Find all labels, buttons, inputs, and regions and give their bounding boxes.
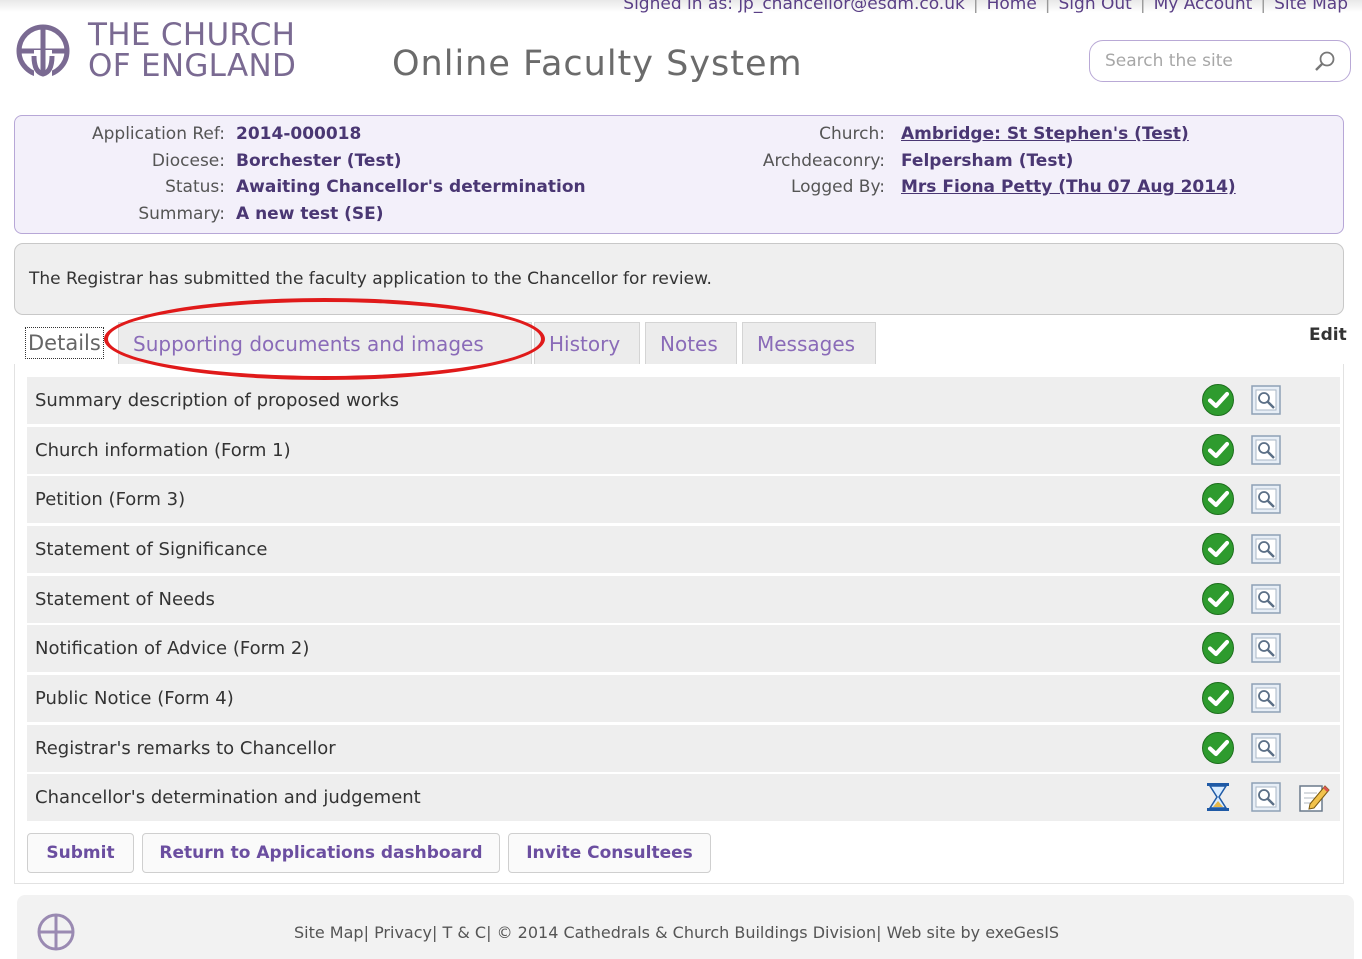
view-icon[interactable] xyxy=(1249,433,1283,467)
check-icon xyxy=(1201,433,1235,467)
top-navigation: Signed in as: jp_chancellor@esdm.co.uk | H… xyxy=(623,0,1348,14)
nav-separator: | xyxy=(1260,0,1267,14)
status-message: The Registrar has submitted the faculty … xyxy=(29,269,712,289)
footer-copyright: © 2014 Cathedrals & Church Buildings Div… xyxy=(496,923,877,942)
section-label: Church information (Form 1) xyxy=(35,440,291,461)
footer-links: Site Map| Privacy| T & C| © 2014 Cathedr… xyxy=(294,923,1060,942)
nav-my-account-link[interactable]: My Account xyxy=(1154,0,1253,14)
view-icon[interactable] xyxy=(1249,532,1283,566)
cross-logo-icon[interactable] xyxy=(12,24,74,78)
ref-value: 2014-000018 xyxy=(236,124,362,144)
brand-line-1: THE CHURCH xyxy=(88,17,296,53)
check-icon xyxy=(1201,383,1235,417)
tab-history[interactable]: History xyxy=(534,322,640,364)
section-row[interactable]: Notification of Advice (Form 2) xyxy=(27,625,1340,672)
diocese-value: Borchester (Test) xyxy=(236,151,402,171)
check-icon xyxy=(1201,731,1235,765)
nav-site-map-link[interactable]: Site Map xyxy=(1274,0,1348,14)
tab-details[interactable]: Details xyxy=(25,327,104,359)
return-dashboard-button[interactable]: Return to Applications dashboard xyxy=(142,833,500,873)
check-icon xyxy=(1201,582,1235,616)
section-label: Statement of Significance xyxy=(35,539,268,560)
brand-line-2: OF ENGLAND xyxy=(88,48,297,84)
footer-credit-link[interactable]: Web site by exeGesIS xyxy=(887,923,1060,942)
section-row[interactable]: Statement of Significance xyxy=(27,526,1340,573)
application-info-panel: Application Ref: 2014-000018 Diocese: Bo… xyxy=(14,115,1344,234)
footer-site-map-link[interactable]: Site Map xyxy=(294,923,364,942)
footer: Site Map| Privacy| T & C| © 2014 Cathedr… xyxy=(17,895,1354,959)
section-label: Summary description of proposed works xyxy=(35,390,399,411)
tab-notes[interactable]: Notes xyxy=(645,322,737,364)
section-row[interactable]: Public Notice (Form 4) xyxy=(27,675,1340,722)
summary-value: A new test (SE) xyxy=(236,204,384,224)
search-box xyxy=(1089,40,1351,82)
invite-consultees-button[interactable]: Invite Consultees xyxy=(508,833,711,873)
section-row[interactable]: Petition (Form 3) xyxy=(27,476,1340,523)
check-icon xyxy=(1201,532,1235,566)
footer-privacy-link[interactable]: Privacy xyxy=(374,923,432,942)
status-value: Awaiting Chancellor's determination xyxy=(236,177,586,197)
archdeaconry-value: Felpersham (Test) xyxy=(901,151,1074,171)
archdeaconry-label: Archdeaconry: xyxy=(762,151,885,171)
section-label: Public Notice (Form 4) xyxy=(35,688,234,709)
view-icon[interactable] xyxy=(1249,383,1283,417)
nav-home-link[interactable]: Home xyxy=(987,0,1037,14)
section-label: Statement of Needs xyxy=(35,589,215,610)
nav-separator: | xyxy=(972,0,979,14)
check-icon xyxy=(1201,631,1235,665)
view-icon[interactable] xyxy=(1249,780,1283,814)
nav-separator: | xyxy=(1139,0,1146,14)
logged-by-link[interactable]: Mrs Fiona Petty (Thu 07 Aug 2014) xyxy=(901,177,1236,197)
section-row[interactable]: Church information (Form 1) xyxy=(27,427,1340,474)
search-input[interactable] xyxy=(1105,51,1305,71)
nav-sign-out-link[interactable]: Sign Out xyxy=(1059,0,1132,14)
footer-cross-logo-icon xyxy=(37,913,75,951)
signed-in-text: Signed in as: jp_chancellor@esdm.co.uk xyxy=(623,0,965,14)
submit-button[interactable]: Submit xyxy=(27,833,134,873)
nav-separator: | xyxy=(1044,0,1051,14)
check-icon xyxy=(1201,681,1235,715)
status-message-box: The Registrar has submitted the faculty … xyxy=(14,243,1344,315)
summary-label: Summary: xyxy=(138,204,225,224)
edit-pencil-icon[interactable] xyxy=(1297,780,1331,814)
view-icon[interactable] xyxy=(1249,631,1283,665)
status-label: Status: xyxy=(165,177,225,197)
church-link[interactable]: Ambridge: St Stephen's (Test) xyxy=(901,124,1189,144)
section-label: Registrar's remarks to Chancellor xyxy=(35,738,336,759)
tab-supporting-documents[interactable]: Supporting documents and images xyxy=(118,322,532,364)
search-icon[interactable] xyxy=(1314,50,1336,72)
church-label: Church: xyxy=(819,124,885,144)
logged-by-label: Logged By: xyxy=(790,177,885,197)
view-icon[interactable] xyxy=(1249,582,1283,616)
view-icon[interactable] xyxy=(1249,731,1283,765)
section-label: Chancellor's determination and judgement xyxy=(35,787,421,808)
footer-tc-link[interactable]: T & C xyxy=(442,923,486,942)
section-label: Petition (Form 3) xyxy=(35,489,186,510)
tab-messages[interactable]: Messages xyxy=(742,322,876,364)
hourglass-icon xyxy=(1201,780,1235,814)
view-icon[interactable] xyxy=(1249,681,1283,715)
section-row[interactable]: Statement of Needs xyxy=(27,576,1340,623)
brand-name[interactable]: THE CHURCH OF ENGLAND xyxy=(88,20,296,82)
section-row[interactable]: Chancellor's determination and judgement xyxy=(27,774,1340,821)
section-label: Notification of Advice (Form 2) xyxy=(35,638,310,659)
site-title: Online Faculty System xyxy=(392,44,803,84)
check-icon xyxy=(1201,482,1235,516)
diocese-label: Diocese: xyxy=(151,151,225,171)
ref-label: Application Ref: xyxy=(91,124,225,144)
view-icon[interactable] xyxy=(1249,482,1283,516)
section-row[interactable]: Registrar's remarks to Chancellor xyxy=(27,725,1340,772)
edit-link[interactable]: Edit xyxy=(1309,325,1347,345)
section-row[interactable]: Summary description of proposed works xyxy=(27,377,1340,424)
